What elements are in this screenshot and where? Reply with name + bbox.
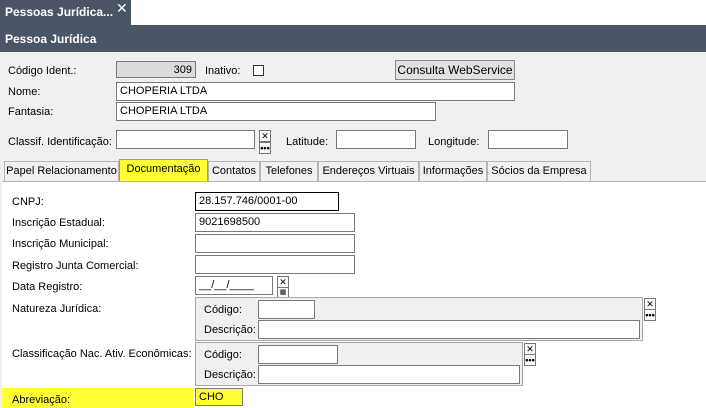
tab-telefones[interactable]: Telefones — [260, 161, 318, 181]
form-title: Pessoa Jurídica — [5, 32, 97, 46]
inscricao-estadual-field[interactable]: 9021698500 — [195, 213, 355, 232]
fantasia-field[interactable]: CHOPERIA LTDA — [116, 102, 436, 121]
nome-label: Nome: — [8, 86, 41, 98]
inscricao-municipal-label: Inscrição Municipal: — [12, 238, 109, 250]
consulta-webservice-button[interactable]: Consulta WebService — [395, 60, 515, 80]
tab-enderecos-virtuais[interactable]: Endereços Virtuais — [318, 161, 419, 181]
classif-descricao-label: Descrição: — [204, 369, 256, 381]
data-registro-field[interactable]: __/__/____ — [195, 276, 273, 295]
classif-codigo-field[interactable] — [258, 345, 338, 364]
latitude-label: Latitude: — [286, 136, 329, 148]
cnpj-field[interactable]: 28.157.746/0001-00 — [195, 192, 339, 211]
abreviacao-label: Abreviação: — [12, 394, 71, 406]
nome-field[interactable]: CHOPERIA LTDA — [116, 82, 515, 101]
natureza-juridica-label: Natureza Jurídica: — [12, 303, 102, 315]
classif-identificacao-label: Classif. Identificação: — [8, 136, 112, 148]
inscricao-municipal-field[interactable] — [195, 234, 355, 253]
classif-codigo-label: Código: — [204, 349, 242, 361]
fantasia-label: Fantasia: — [8, 106, 54, 118]
tab-documentacao[interactable]: Documentação — [119, 159, 208, 181]
abreviacao-field[interactable]: CHO — [195, 388, 243, 406]
codigo-label: Código Ident.: — [8, 65, 77, 77]
close-icon[interactable]: ✕ — [116, 0, 128, 17]
natureza-lookup-icon[interactable]: ••• — [644, 309, 656, 321]
document-tab[interactable]: Pessoas Jurídica... ✕ — [0, 0, 131, 25]
longitude-label: Longitude: — [428, 136, 480, 148]
lookup-icon[interactable]: ••• — [259, 142, 271, 154]
tab-papel-relacionamento[interactable]: Papel Relacionamento — [4, 161, 119, 181]
inscricao-estadual-label: Inscrição Estadual: — [12, 217, 105, 229]
clear-icon[interactable]: ✕ — [259, 130, 271, 142]
inativo-label: Inativo: — [205, 65, 241, 77]
latitude-field[interactable] — [336, 130, 416, 149]
tab-bar: Papel Relacionamento Documentação Contat… — [4, 159, 704, 181]
tab-contatos[interactable]: Contatos — [208, 161, 260, 181]
data-registro-label: Data Registro: — [12, 281, 83, 293]
natureza-codigo-field[interactable] — [258, 300, 315, 319]
tab-informacoes[interactable]: Informações — [419, 161, 487, 181]
registro-junta-label: Registro Junta Comercial: — [12, 260, 139, 272]
natureza-codigo-label: Código: — [204, 304, 242, 316]
classif-descricao-field[interactable] — [258, 365, 520, 384]
inativo-checkbox[interactable] — [253, 65, 264, 76]
classificacao-nac-label: Classificação Nac. Ativ. Econômicas: — [12, 348, 192, 360]
classificacao-nac-group: Código: Descrição: — [195, 342, 523, 386]
classif-lookup-icon[interactable]: ••• — [524, 354, 536, 366]
natureza-descricao-label: Descrição: — [204, 324, 256, 336]
classif-identificacao-field[interactable] — [116, 130, 255, 149]
natureza-juridica-group: Código: Descrição: — [195, 297, 643, 341]
registro-junta-field[interactable] — [195, 255, 355, 274]
natureza-descricao-field[interactable] — [258, 320, 640, 339]
form-header: Pessoa Jurídica — [0, 25, 706, 52]
document-tab-title: Pessoas Jurídica... — [5, 5, 114, 19]
longitude-field[interactable] — [488, 130, 568, 149]
codigo-field: 309 — [116, 61, 196, 78]
cnpj-label: CNPJ: — [12, 196, 44, 208]
tab-socios-empresa[interactable]: Sócios da Empresa — [487, 161, 591, 181]
